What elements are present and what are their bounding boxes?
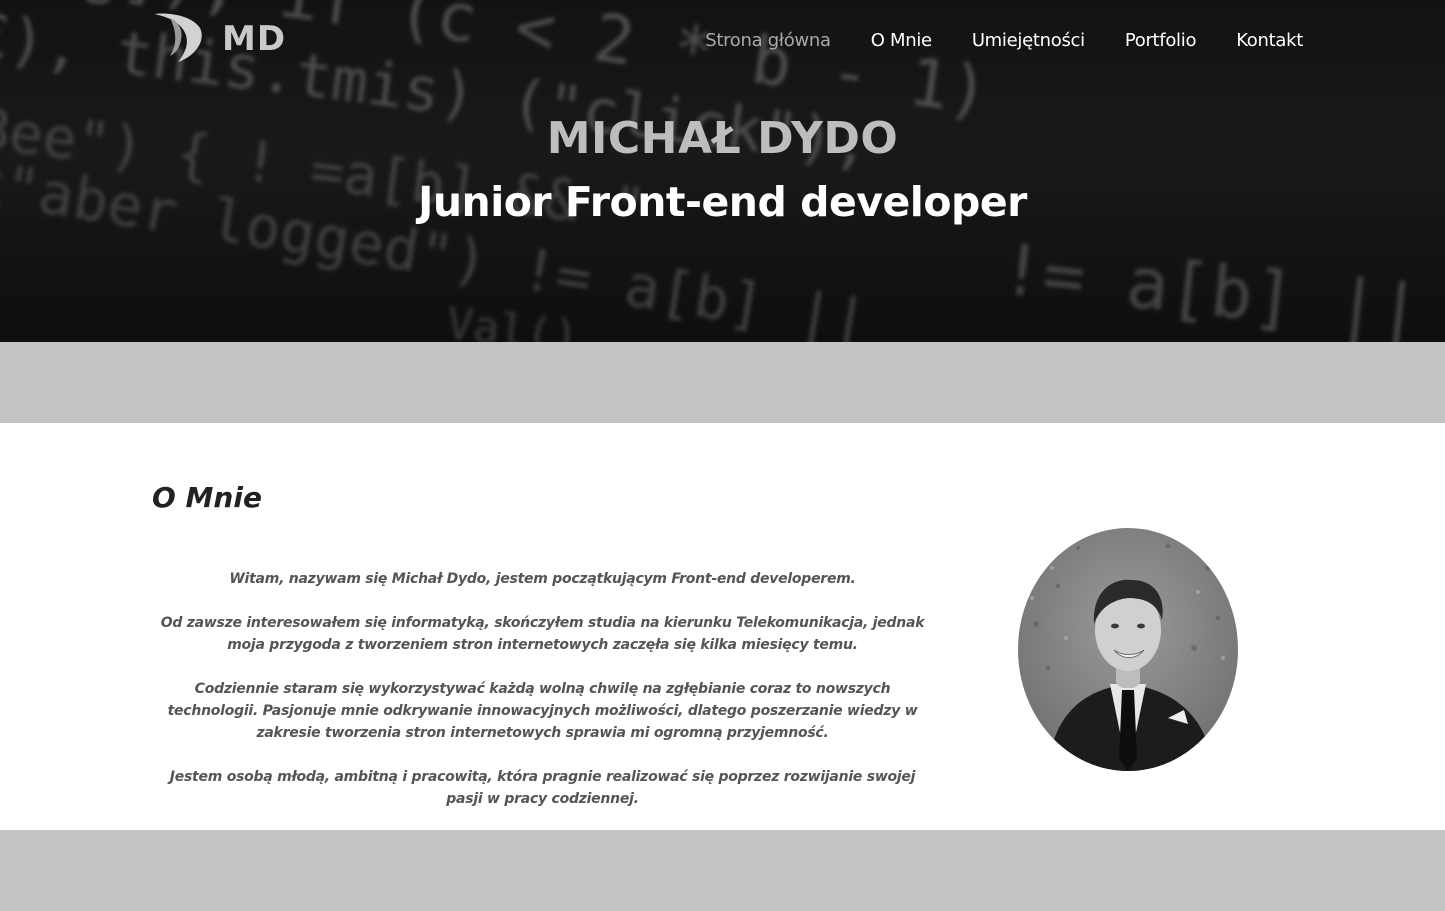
profile-photo-icon (1018, 528, 1238, 771)
nav-item-contact[interactable]: Kontakt (1236, 30, 1303, 51)
hero-role: Junior Front-end developer (418, 178, 1027, 226)
hero-name: MICHAŁ DYDO (546, 113, 899, 164)
nav-item-portfolio[interactable]: Portfolio (1125, 30, 1197, 51)
about-paragraph: Od zawsze interesowałem się informatyką,… (160, 615, 925, 653)
swoosh-logo-icon (154, 13, 202, 62)
divider-band-bottom (0, 830, 1445, 911)
about-paragraph: Witam, nazywam się Michał Dydo, jestem p… (229, 571, 856, 587)
nav-item-about[interactable]: O Mnie (871, 30, 932, 51)
divider-band-top (0, 342, 1445, 423)
about-paragraph: Jestem osobą młodą, ambitną i pracowitą,… (169, 769, 916, 807)
profile-photo (1018, 528, 1238, 771)
main-nav: Strona główna O Mnie Umiejętności Portfo… (665, 30, 1303, 51)
about-title: O Mnie (152, 481, 262, 514)
logo-text: MD (222, 19, 287, 59)
logo[interactable]: MD (152, 10, 286, 64)
nav-item-home[interactable]: Strona główna (705, 30, 831, 51)
about-text: Witam, nazywam się Michał Dydo, jestem p… (160, 568, 925, 832)
hero-section: :[;g]), if (c < 2 * b - 1) €), this.tmis… (0, 0, 1445, 342)
about-paragraph: Codziennie staram się wykorzystywać każd… (167, 681, 918, 741)
nav-item-skills[interactable]: Umiejętności (972, 30, 1085, 51)
